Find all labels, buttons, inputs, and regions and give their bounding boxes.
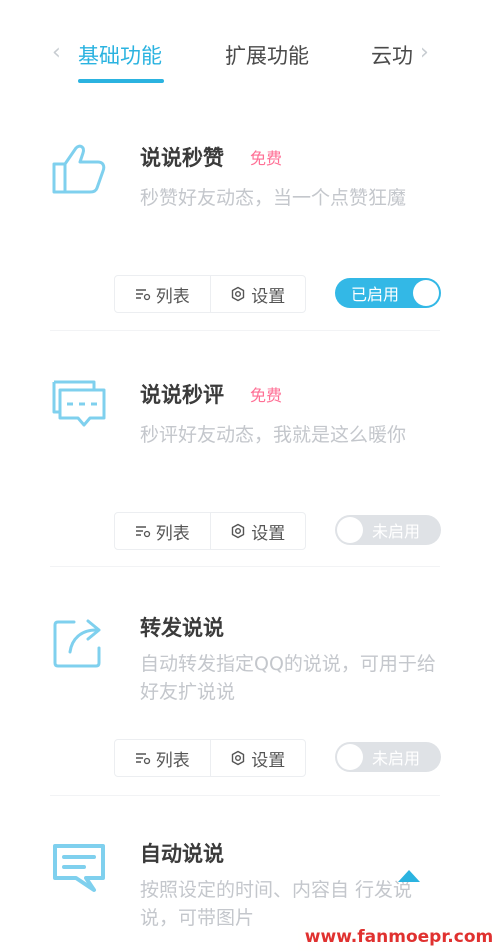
list-label: 列表 xyxy=(155,750,190,771)
divider xyxy=(50,795,440,796)
list-button[interactable]: 列表 xyxy=(115,276,210,312)
enable-toggle[interactable]: 未启用 xyxy=(335,515,441,545)
message-icon xyxy=(53,844,105,892)
enable-toggle[interactable]: 已启用 xyxy=(335,278,441,308)
toggle-knob xyxy=(337,517,363,543)
settings-button[interactable]: 设置 xyxy=(209,740,306,776)
card-title: 说说秒赞 xyxy=(140,146,224,170)
card-actions: 列表 设置 xyxy=(114,512,306,550)
settings-button[interactable]: 设置 xyxy=(209,276,306,312)
toggle-label: 已启用 xyxy=(351,285,400,304)
free-badge: 免费 xyxy=(250,386,283,405)
thumbs-up-icon xyxy=(52,144,106,194)
list-label: 列表 xyxy=(155,286,190,307)
settings-label: 设置 xyxy=(251,286,286,307)
enable-toggle[interactable]: 未启用 xyxy=(335,742,441,772)
card-actions: 列表 设置 xyxy=(114,275,306,313)
divider xyxy=(50,566,440,567)
card-title: 说说秒评 xyxy=(140,383,224,407)
toggle-label: 未启用 xyxy=(372,749,421,768)
list-button[interactable]: 列表 xyxy=(115,513,210,549)
card-title: 自动说说 xyxy=(140,842,224,866)
tab-cloud-features[interactable]: 云功 xyxy=(371,40,413,70)
comment-icon xyxy=(52,380,106,427)
chevron-right-icon[interactable]: › xyxy=(420,40,429,65)
gear-icon xyxy=(232,286,245,302)
list-settings-icon xyxy=(135,526,150,538)
gear-icon xyxy=(232,750,245,766)
card-description: 秒评好友动态，我就是这么暖你 xyxy=(140,424,407,446)
card-title: 转发说说 xyxy=(140,616,224,640)
settings-label: 设置 xyxy=(251,750,286,771)
settings-button[interactable]: 设置 xyxy=(209,513,306,549)
settings-label: 设置 xyxy=(251,523,286,544)
scroll-to-top-icon[interactable] xyxy=(398,870,420,882)
gear-icon xyxy=(232,523,245,539)
card-description: 自动转发指定QQ的说说，可用于给好友扩说说 xyxy=(140,653,436,703)
list-label: 列表 xyxy=(155,523,190,544)
watermark: www.fanmoepr.com xyxy=(298,924,500,951)
tab-basic-features[interactable]: 基础功能 xyxy=(78,40,162,70)
tab-extended-features[interactable]: 扩展功能 xyxy=(225,40,309,70)
toggle-knob xyxy=(413,280,439,306)
toggle-knob xyxy=(337,744,363,770)
divider xyxy=(50,330,440,331)
list-settings-icon xyxy=(135,753,150,765)
card-actions: 列表 设置 xyxy=(114,739,306,777)
card-description: 秒赞好友动态，当一个点赞狂魔 xyxy=(140,187,407,209)
active-tab-indicator xyxy=(78,79,164,83)
tab-bar: ‹ 基础功能 扩展功能 云功 › xyxy=(0,0,500,90)
list-settings-icon xyxy=(135,289,150,301)
toggle-label: 未启用 xyxy=(372,522,421,541)
share-icon xyxy=(53,619,101,668)
chevron-left-icon[interactable]: ‹ xyxy=(52,40,61,65)
list-button[interactable]: 列表 xyxy=(115,740,210,776)
free-badge: 免费 xyxy=(250,149,283,168)
